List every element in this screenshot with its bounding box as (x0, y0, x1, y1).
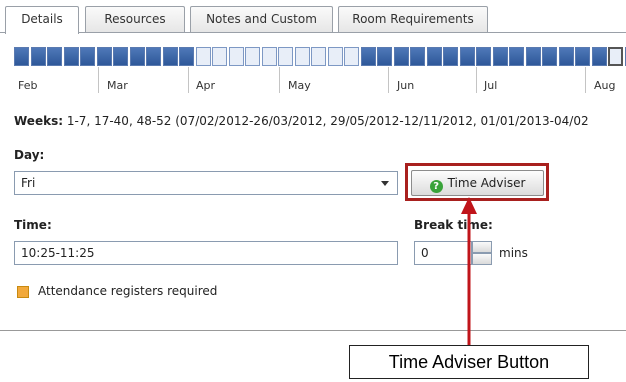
callout-label: Time Adviser Button (349, 345, 589, 379)
tab-details[interactable]: Details (5, 6, 79, 34)
annotation-arrow-icon (461, 197, 477, 346)
